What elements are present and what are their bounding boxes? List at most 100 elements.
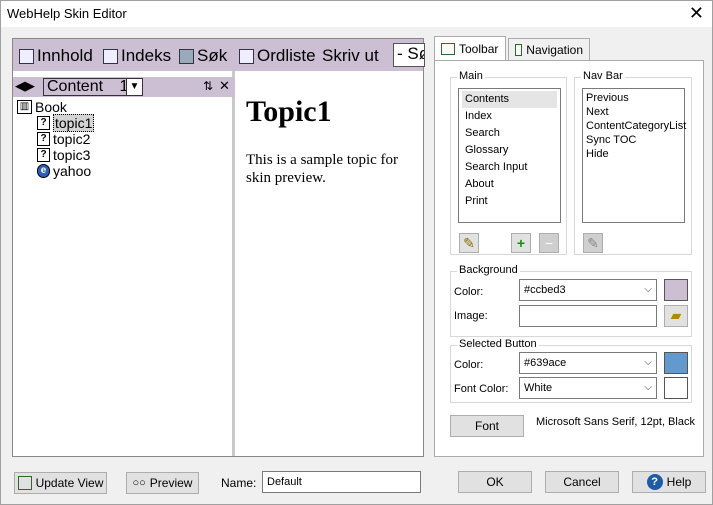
topic-title: Topic1 bbox=[246, 95, 332, 128]
nav-arrows-icon[interactable]: ◀▶ bbox=[15, 78, 35, 94]
tree-node-yahoo[interactable]: e yahoo bbox=[17, 163, 94, 179]
list-item[interactable]: Hide bbox=[586, 147, 681, 161]
button-label: Help bbox=[666, 475, 692, 489]
edit-item-button[interactable]: ✎ bbox=[459, 233, 479, 253]
list-item[interactable]: About bbox=[462, 176, 557, 193]
toolbar-tab-panel: Main Contents Index Search Glossary Sear… bbox=[434, 60, 704, 457]
skin-editor-window: WebHelp Skin Editor ✕ Innhold Indeks Søk… bbox=[0, 0, 713, 505]
button-label: OK bbox=[486, 475, 504, 489]
help-button[interactable]: ? Help bbox=[632, 471, 706, 493]
content-category-select[interactable]: Content 1 ▼ bbox=[43, 78, 143, 96]
tab-label: Toolbar bbox=[459, 41, 499, 56]
list-item[interactable]: Contents bbox=[462, 91, 557, 108]
background-legend: Background bbox=[457, 264, 520, 276]
list-item[interactable]: Previous bbox=[586, 91, 681, 105]
combo-value: Content bbox=[47, 78, 104, 95]
background-color-select[interactable]: #ccbed3 ⌵ bbox=[519, 279, 657, 301]
selected-color-label: Color: bbox=[454, 359, 484, 371]
selected-button-legend: Selected Button bbox=[457, 338, 539, 350]
toolbar-item-label: Skriv ut bbox=[322, 46, 379, 65]
glossary-icon bbox=[239, 48, 254, 64]
background-image-input[interactable] bbox=[519, 305, 657, 327]
refresh-icon bbox=[17, 476, 32, 490]
font-button-label: Font bbox=[474, 419, 499, 433]
toolbar-item-label: Innhold bbox=[37, 46, 93, 65]
list-item[interactable]: Index bbox=[462, 108, 557, 125]
list-item[interactable]: ContentCategoryList bbox=[586, 119, 686, 133]
help-icon: ? bbox=[646, 474, 663, 490]
combo-value: #639ace bbox=[524, 357, 567, 369]
topic-icon: ? bbox=[37, 132, 50, 146]
selected-color-swatch[interactable] bbox=[664, 352, 688, 374]
button-label: Cancel bbox=[563, 475, 601, 489]
preview-search-input[interactable]: - Sø bbox=[393, 43, 425, 67]
toolbar-item-search[interactable]: Søk bbox=[179, 46, 227, 66]
pencil-icon: ✎ bbox=[587, 235, 599, 251]
plus-icon: + bbox=[516, 235, 526, 251]
cancel-button[interactable]: Cancel bbox=[545, 471, 619, 493]
list-item[interactable]: Search bbox=[462, 125, 557, 142]
list-item[interactable]: Glossary bbox=[462, 142, 557, 159]
navbar-legend: Nav Bar bbox=[581, 70, 625, 82]
list-item[interactable]: Sync TOC bbox=[586, 133, 681, 147]
font-color-swatch[interactable] bbox=[664, 377, 688, 399]
navigation-icon bbox=[515, 43, 523, 56]
tree-node-topic2[interactable]: ? topic2 bbox=[17, 131, 94, 147]
toolbar-item-glossary[interactable]: Ordliste bbox=[239, 46, 316, 66]
web-link-icon: e bbox=[37, 164, 50, 178]
edit-navbar-item-button[interactable]: ✎ bbox=[583, 233, 603, 253]
sync-toc-icon[interactable]: ⇅ bbox=[203, 79, 213, 93]
tree-node-book[interactable]: ▥ Book bbox=[17, 99, 94, 115]
toolbar-item-index[interactable]: Indeks bbox=[103, 46, 171, 66]
book-icon bbox=[19, 48, 34, 64]
tab-navigation[interactable]: Navigation bbox=[508, 38, 590, 60]
name-input[interactable]: Default bbox=[262, 471, 421, 493]
font-button[interactable]: Font bbox=[450, 415, 524, 437]
remove-item-button[interactable]: − bbox=[539, 233, 559, 253]
combo-value: White bbox=[524, 382, 553, 394]
chevron-down-icon: ⌵ bbox=[644, 382, 652, 393]
navbar-items-list[interactable]: Previous Next ContentCategoryList Sync T… bbox=[582, 88, 686, 223]
glasses-icon: ○○ bbox=[132, 477, 146, 489]
topic-content-pane: Topic1 This is a sample topic for skin p… bbox=[238, 71, 423, 456]
chevron-down-icon: ⌵ bbox=[644, 357, 652, 368]
tab-toolbar[interactable]: Toolbar bbox=[434, 36, 506, 60]
topic-icon: ? bbox=[37, 116, 50, 130]
tab-label: Navigation bbox=[526, 42, 583, 57]
font-color-label: Font Color: bbox=[454, 383, 509, 395]
browse-image-button[interactable]: ▰ bbox=[664, 305, 688, 327]
background-group: Background Color: #ccbed3 ⌵ Image: ▰ bbox=[450, 264, 692, 337]
font-color-select[interactable]: White ⌵ bbox=[519, 377, 657, 399]
preview-button[interactable]: ○○ Preview bbox=[126, 472, 199, 494]
close-pane-icon[interactable]: ✕ bbox=[219, 78, 230, 94]
list-item[interactable]: Next bbox=[586, 105, 681, 119]
toolbar-item-print[interactable]: Skriv ut bbox=[322, 46, 379, 66]
chevron-down-icon[interactable]: ▼ bbox=[126, 79, 142, 95]
main-items-list[interactable]: Contents Index Search Glossary Search In… bbox=[458, 88, 561, 223]
update-view-button[interactable]: Update View bbox=[14, 472, 107, 494]
tree-node-topic1[interactable]: ? topic1 bbox=[17, 114, 95, 132]
book-icon: ▥ bbox=[17, 100, 32, 114]
toolbar-item-label: Søk bbox=[197, 46, 228, 65]
navbar-group: Nav Bar Previous Next ContentCategoryLis… bbox=[574, 70, 692, 255]
toolbar-item-label: Ordliste bbox=[257, 46, 316, 65]
folder-open-icon: ▰ bbox=[670, 307, 682, 323]
toolbar-item-contents[interactable]: Innhold bbox=[19, 46, 93, 66]
background-color-swatch[interactable] bbox=[664, 279, 688, 301]
tree-node-label: topic3 bbox=[53, 147, 91, 163]
add-item-button[interactable]: + bbox=[511, 233, 531, 253]
tree-node-label: Book bbox=[35, 99, 67, 115]
preview-toolbar: Innhold Indeks Søk Ordliste Skriv ut - S… bbox=[13, 39, 425, 71]
selected-button-group: Selected Button Color: #639ace ⌵ Font Co… bbox=[450, 338, 692, 403]
combo-value: #ccbed3 bbox=[524, 284, 566, 296]
tree-node-topic3[interactable]: ? topic3 bbox=[17, 147, 94, 163]
ok-button[interactable]: OK bbox=[458, 471, 532, 493]
list-item[interactable]: Print bbox=[462, 193, 557, 210]
list-item[interactable]: Search Input bbox=[462, 159, 557, 176]
topic-icon: ? bbox=[37, 148, 50, 162]
close-icon[interactable]: ✕ bbox=[689, 3, 704, 24]
tree-node-label: yahoo bbox=[53, 163, 92, 179]
selected-color-select[interactable]: #639ace ⌵ bbox=[519, 352, 657, 374]
topic-body: This is a sample topic for skin preview. bbox=[246, 152, 399, 186]
main-legend: Main bbox=[457, 70, 485, 82]
